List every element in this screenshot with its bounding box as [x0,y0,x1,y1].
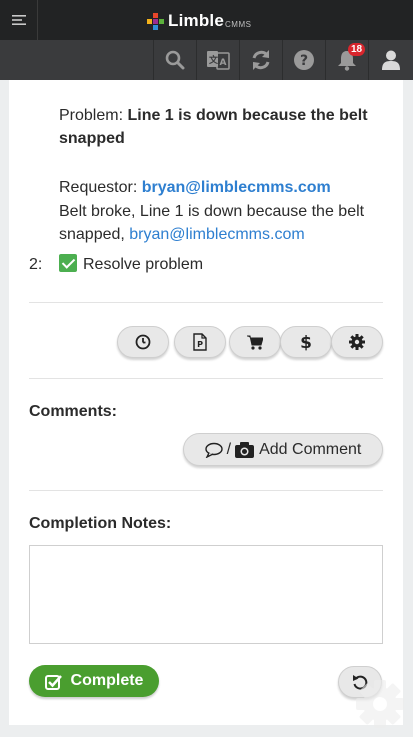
cost-button[interactable]: $ [280,326,332,358]
requestor-text: Requestor: bryan@limblecmms.com [59,176,389,199]
check-square-icon [44,674,62,690]
top-bar: Limble CMMS [0,0,413,40]
divider [29,490,383,491]
comment-separator: / [226,440,232,458]
svg-text:文: 文 [208,54,219,66]
settings-button[interactable] [331,326,383,358]
gear-icon [349,334,365,350]
help-button[interactable]: ? [282,40,324,80]
parts-button[interactable]: P [174,326,226,358]
app-logo[interactable]: Limble CMMS [147,11,251,31]
requestor-email-link[interactable]: bryan@limblecmms.com [142,179,331,196]
gear-watermark-icon [352,676,408,737]
search-button[interactable] [153,40,195,80]
dollar-icon: $ [300,333,312,351]
svg-text:$: $ [300,333,312,351]
document-p-icon: P [193,333,207,351]
step-label: Resolve problem [83,256,204,273]
description-email-link[interactable]: bryan@limblecmms.com [129,226,304,243]
add-comment-label: Add Comment [259,440,362,458]
divider [29,302,383,303]
notification-badge: 18 [348,43,366,56]
svg-text:?: ? [299,53,307,69]
description-text: Belt broke, Line 1 is down because the b… [59,200,389,246]
search-icon [165,50,184,70]
problem-label: Problem: [59,107,128,124]
problem-text: Problem: Line 1 is down because the belt… [59,104,389,150]
svg-text:A: A [219,58,226,68]
logo-icon [147,12,164,30]
profile-button[interactable] [368,40,413,80]
comments-heading: Comments: [29,403,118,420]
cart-icon [247,335,263,350]
svg-text:P: P [197,340,203,349]
user-icon [382,50,400,70]
notifications-button[interactable]: 18 [325,40,367,80]
logo-subtext: CMMS [225,19,252,29]
toolbar: 文 A ? 18 [0,40,413,80]
divider [29,378,383,379]
translate-icon: 文 A [206,51,230,70]
completion-notes-heading: Completion Notes: [29,515,172,532]
menu-button[interactable] [0,0,38,40]
completion-notes-field[interactable] [29,545,383,644]
purchase-button[interactable] [229,326,281,358]
step-number: 2: [29,256,43,273]
comment-icon [204,442,223,458]
clock-icon [135,334,151,350]
task-card: Problem: Line 1 is down because the belt… [9,80,403,725]
hamburger-icon [11,15,26,25]
checkbox-checked-icon[interactable] [59,254,77,272]
log-time-button[interactable] [117,326,169,358]
requestor-label: Requestor: [59,179,142,196]
help-icon: ? [293,50,314,70]
complete-label: Complete [70,672,144,689]
logo-text: Limble [168,11,224,30]
refresh-button[interactable] [239,40,281,80]
complete-button[interactable]: Complete [29,665,159,697]
refresh-icon [252,50,269,70]
translate-button[interactable]: 文 A [196,40,238,80]
camera-icon [235,441,255,458]
step-item: Resolve problem [59,253,203,276]
add-comment-button[interactable]: / Add Comment [183,433,383,466]
